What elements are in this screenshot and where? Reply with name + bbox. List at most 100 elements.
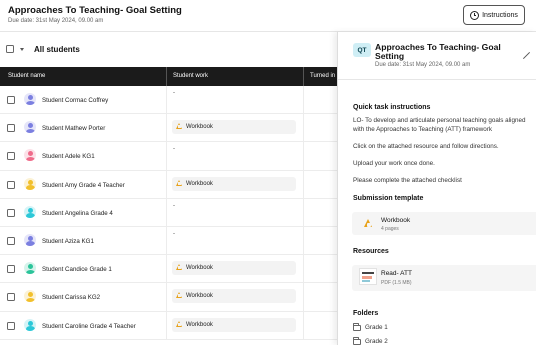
row-checkbox[interactable] [7, 265, 15, 274]
instruction-line: Upload your work once done. [353, 160, 435, 167]
student-work-chip[interactable]: Workbook [172, 289, 296, 304]
student-name[interactable]: Student Angelina Grade 4 [42, 210, 113, 217]
instruction-line: Please complete the attached checklist [353, 177, 462, 184]
column-divider [303, 226, 304, 255]
avatar [24, 93, 36, 105]
row-checkbox[interactable] [7, 321, 15, 330]
table-row[interactable]: Student Candice Grade 1 Workbook [0, 255, 337, 284]
student-work-chip[interactable]: Workbook [172, 261, 296, 276]
chevron-down-icon[interactable] [20, 47, 24, 51]
row-checkbox[interactable] [7, 152, 15, 161]
quick-task-instructions-heading: Quick task instructions [353, 104, 431, 111]
column-header-student-work[interactable]: Student work [173, 73, 208, 79]
submission-template-card[interactable]: Workbook 4 pages [352, 212, 536, 235]
workbook-icon [176, 179, 182, 186]
column-divider [303, 86, 304, 114]
student-name[interactable]: Student Adele KG1 [42, 153, 95, 160]
student-name[interactable]: Student Cormac Coffrey [42, 97, 108, 104]
student-name[interactable]: Student Carissa KG2 [42, 294, 100, 301]
submission-template-title: Workbook [381, 217, 411, 224]
student-name[interactable]: Student Amy Grade 4 Teacher [42, 182, 125, 189]
avatar [24, 205, 36, 218]
student-work-label: Workbook [186, 180, 213, 187]
table-row[interactable]: Student Angelina Grade 4 - [0, 198, 337, 227]
row-checkbox[interactable] [7, 124, 15, 133]
no-work-placeholder: - [173, 202, 175, 209]
page-title: Approaches To Teaching- Goal Setting [8, 5, 182, 16]
student-work-label: Workbook [186, 265, 213, 272]
select-all-checkbox[interactable] [6, 45, 14, 53]
row-checkbox[interactable] [7, 180, 15, 189]
student-work-label: Workbook [186, 124, 213, 131]
instructions-button[interactable]: Instructions [463, 5, 525, 25]
resource-file-info: PDF (1.5 MB) [381, 280, 412, 286]
row-checkbox[interactable] [7, 293, 15, 302]
student-name[interactable]: Student Mathew Porter [42, 125, 105, 132]
student-work-label: Workbook [186, 321, 213, 328]
instructions-button-label: Instructions [482, 11, 518, 19]
avatar [24, 290, 36, 303]
submission-template-pages: 4 pages [381, 226, 399, 232]
table-row[interactable]: Student Aziza KG1 - [0, 226, 337, 256]
column-divider [303, 311, 304, 339]
workbook-icon [176, 123, 182, 130]
student-name[interactable]: Student Aziza KG1 [42, 238, 94, 245]
folder-label: Grade 2 [365, 338, 388, 345]
resource-title: Read- ATT [381, 270, 412, 277]
column-divider [166, 311, 167, 339]
column-divider [303, 67, 304, 86]
column-divider [166, 283, 167, 311]
workbook-icon [176, 264, 182, 271]
column-divider [303, 255, 304, 283]
panel-title: Approaches To Teaching- Goal Setting [375, 42, 501, 61]
student-work-chip[interactable]: Workbook [172, 317, 296, 332]
folder-icon [353, 323, 361, 331]
no-work-placeholder: - [173, 146, 175, 153]
column-divider [166, 255, 167, 283]
student-work-chip[interactable]: Workbook [172, 176, 296, 191]
workbook-icon [176, 292, 182, 299]
row-checkbox[interactable] [7, 208, 15, 217]
table-row[interactable]: Student Adele KG1 - [0, 142, 337, 171]
column-header-student-name[interactable]: Student name [8, 73, 45, 79]
column-divider [303, 198, 304, 226]
instruction-line: with the Approaches to Teaching (ATT) fr… [353, 126, 493, 133]
avatar [24, 177, 36, 190]
page-due-date: Due date: 31st May 2024, 09.00 am [8, 18, 104, 24]
student-name[interactable]: Student Caroline Grade 4 Teacher [42, 323, 136, 330]
instruction-line: Click on the attached resource and follo… [353, 143, 499, 150]
workbook-icon [176, 320, 182, 327]
select-all-dropdown[interactable] [6, 45, 24, 53]
folder-item[interactable]: Grade 1 [353, 323, 388, 331]
table-row[interactable]: Student Caroline Grade 4 Teacher Workbook [0, 311, 337, 340]
divider [338, 79, 536, 80]
student-name[interactable]: Student Candice Grade 1 [42, 266, 112, 273]
column-header-turned-in[interactable]: Turned in [310, 73, 335, 79]
avatar [24, 318, 36, 331]
expand-icon[interactable] [523, 52, 530, 59]
folders-heading: Folders [353, 310, 379, 317]
folder-item[interactable]: Grade 2 [353, 337, 388, 345]
resource-card[interactable]: Read- ATT PDF (1.5 MB) [352, 265, 536, 291]
row-checkbox[interactable] [7, 236, 15, 245]
table-row[interactable]: Student Carissa KG2 Workbook [0, 283, 337, 312]
column-divider [166, 170, 167, 198]
column-divider [303, 114, 304, 142]
pdf-thumbnail [359, 268, 377, 285]
avatar [24, 262, 36, 275]
avatar [24, 121, 36, 134]
student-work-chip[interactable]: Workbook [172, 120, 296, 135]
top-header: Approaches To Teaching- Goal Setting Due… [0, 0, 536, 32]
column-divider [303, 170, 304, 198]
clock-icon [470, 10, 480, 20]
column-divider [166, 114, 167, 142]
row-checkbox[interactable] [7, 96, 15, 104]
task-detail-panel: QT Approaches To Teaching- Goal Setting … [337, 32, 536, 345]
table-row[interactable]: Student Mathew Porter Workbook [0, 114, 337, 143]
panel-due-date: Due date: 31st May 2024, 09.00 am [375, 62, 471, 68]
task-type-badge: QT [353, 43, 371, 57]
table-row[interactable]: Student Cormac Coffrey - [0, 86, 337, 115]
all-students-label: All students [34, 45, 80, 54]
submission-template-heading: Submission template [353, 195, 424, 202]
table-row[interactable]: Student Amy Grade 4 Teacher Workbook [0, 170, 337, 199]
